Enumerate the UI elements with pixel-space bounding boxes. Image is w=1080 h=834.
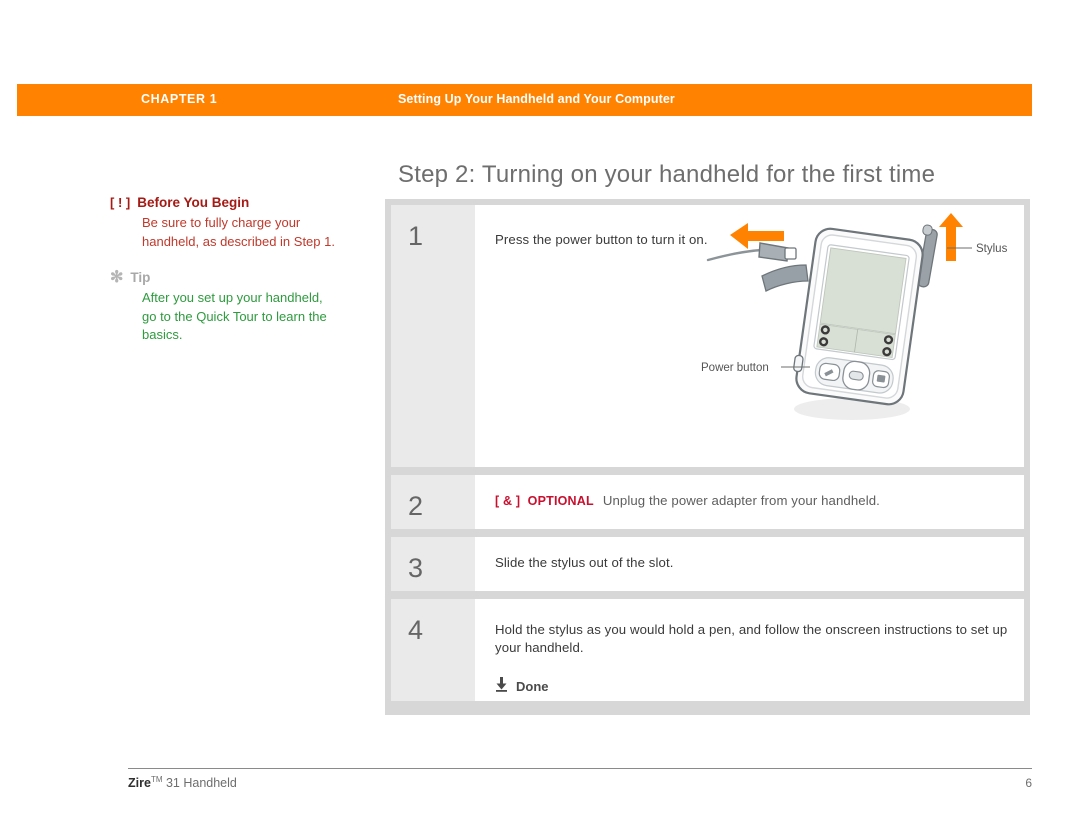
footer-brand-name: Zire [128, 776, 151, 791]
steps-panel: 1 Press the power button to turn it on. [385, 199, 1030, 715]
footer-brand: ZireTM 31 Handheld [128, 775, 237, 790]
step-number: 3 [391, 537, 475, 591]
warning-bracket-icon: [ ! ] [110, 195, 131, 210]
callout-power-button-label: Power button [701, 362, 769, 374]
step-content: Press the power button to turn it on. St… [475, 205, 1024, 467]
asterisk-icon: ✻ [110, 269, 124, 286]
optional-badge: [ & ] OPTIONAL [495, 494, 594, 508]
step-text: Unplug the power adapter from your handh… [602, 493, 880, 508]
page-footer: ZireTM 31 Handheld 6 [128, 768, 1032, 790]
step-content: Slide the stylus out of the slot. [475, 537, 1024, 591]
footer-product: 31 Handheld [162, 776, 237, 791]
step-number: 2 [391, 475, 475, 529]
chapter-label: CHAPTER 1 [141, 92, 218, 106]
note-header: ✻ Tip [110, 269, 340, 287]
step-text: Hold the stylus as you would hold a pen,… [495, 622, 1008, 655]
note-title: Before You Begin [137, 195, 250, 210]
step-content: [ & ] OPTIONAL Unplug the power adapter f… [475, 475, 1024, 529]
down-arrow-done-icon [495, 677, 508, 695]
done-label: Done [516, 678, 549, 694]
step-number: 1 [391, 205, 475, 467]
step-text: Slide the stylus out of the slot. [495, 555, 674, 570]
note-before-you-begin: [ ! ] Before You Begin Be sure to fully … [110, 194, 340, 251]
note-body: After you set up your handheld, go to th… [142, 290, 327, 342]
note-title: Tip [130, 270, 151, 285]
step-row: 3 Slide the stylus out of the slot. [391, 537, 1024, 591]
step-row: 1 Press the power button to turn it on. [391, 205, 1024, 467]
sidebar-notes: [ ! ] Before You Begin Be sure to fully … [110, 194, 340, 363]
callout-stylus-label: Stylus [976, 243, 1008, 255]
step-number: 4 [391, 599, 475, 701]
note-body: Be sure to fully charge your handheld, a… [142, 215, 335, 249]
step-content: Hold the stylus as you would hold a pen,… [475, 599, 1024, 701]
note-header: [ ! ] Before You Begin [110, 194, 340, 212]
page-number: 6 [1025, 776, 1032, 791]
chapter-header-bar: CHAPTER 1 Setting Up Your Handheld and Y… [17, 84, 1032, 116]
page-title: Step 2: Turning on your handheld for the… [398, 161, 936, 188]
trademark-symbol: TM [150, 775, 163, 784]
step-text-optional: [ & ] OPTIONAL Unplug the power adapter f… [495, 492, 1008, 510]
step-row: 2 [ & ] OPTIONAL Unplug the power adapter… [391, 475, 1024, 529]
handheld-device-illustration: Stylus Power button [700, 207, 1018, 442]
note-tip: ✻ Tip After you set up your handheld, go… [110, 269, 340, 345]
section-title: Setting Up Your Handheld and Your Comput… [398, 92, 675, 106]
done-marker: Done [495, 677, 1008, 695]
step-row: 4 Hold the stylus as you would hold a pe… [391, 599, 1024, 701]
